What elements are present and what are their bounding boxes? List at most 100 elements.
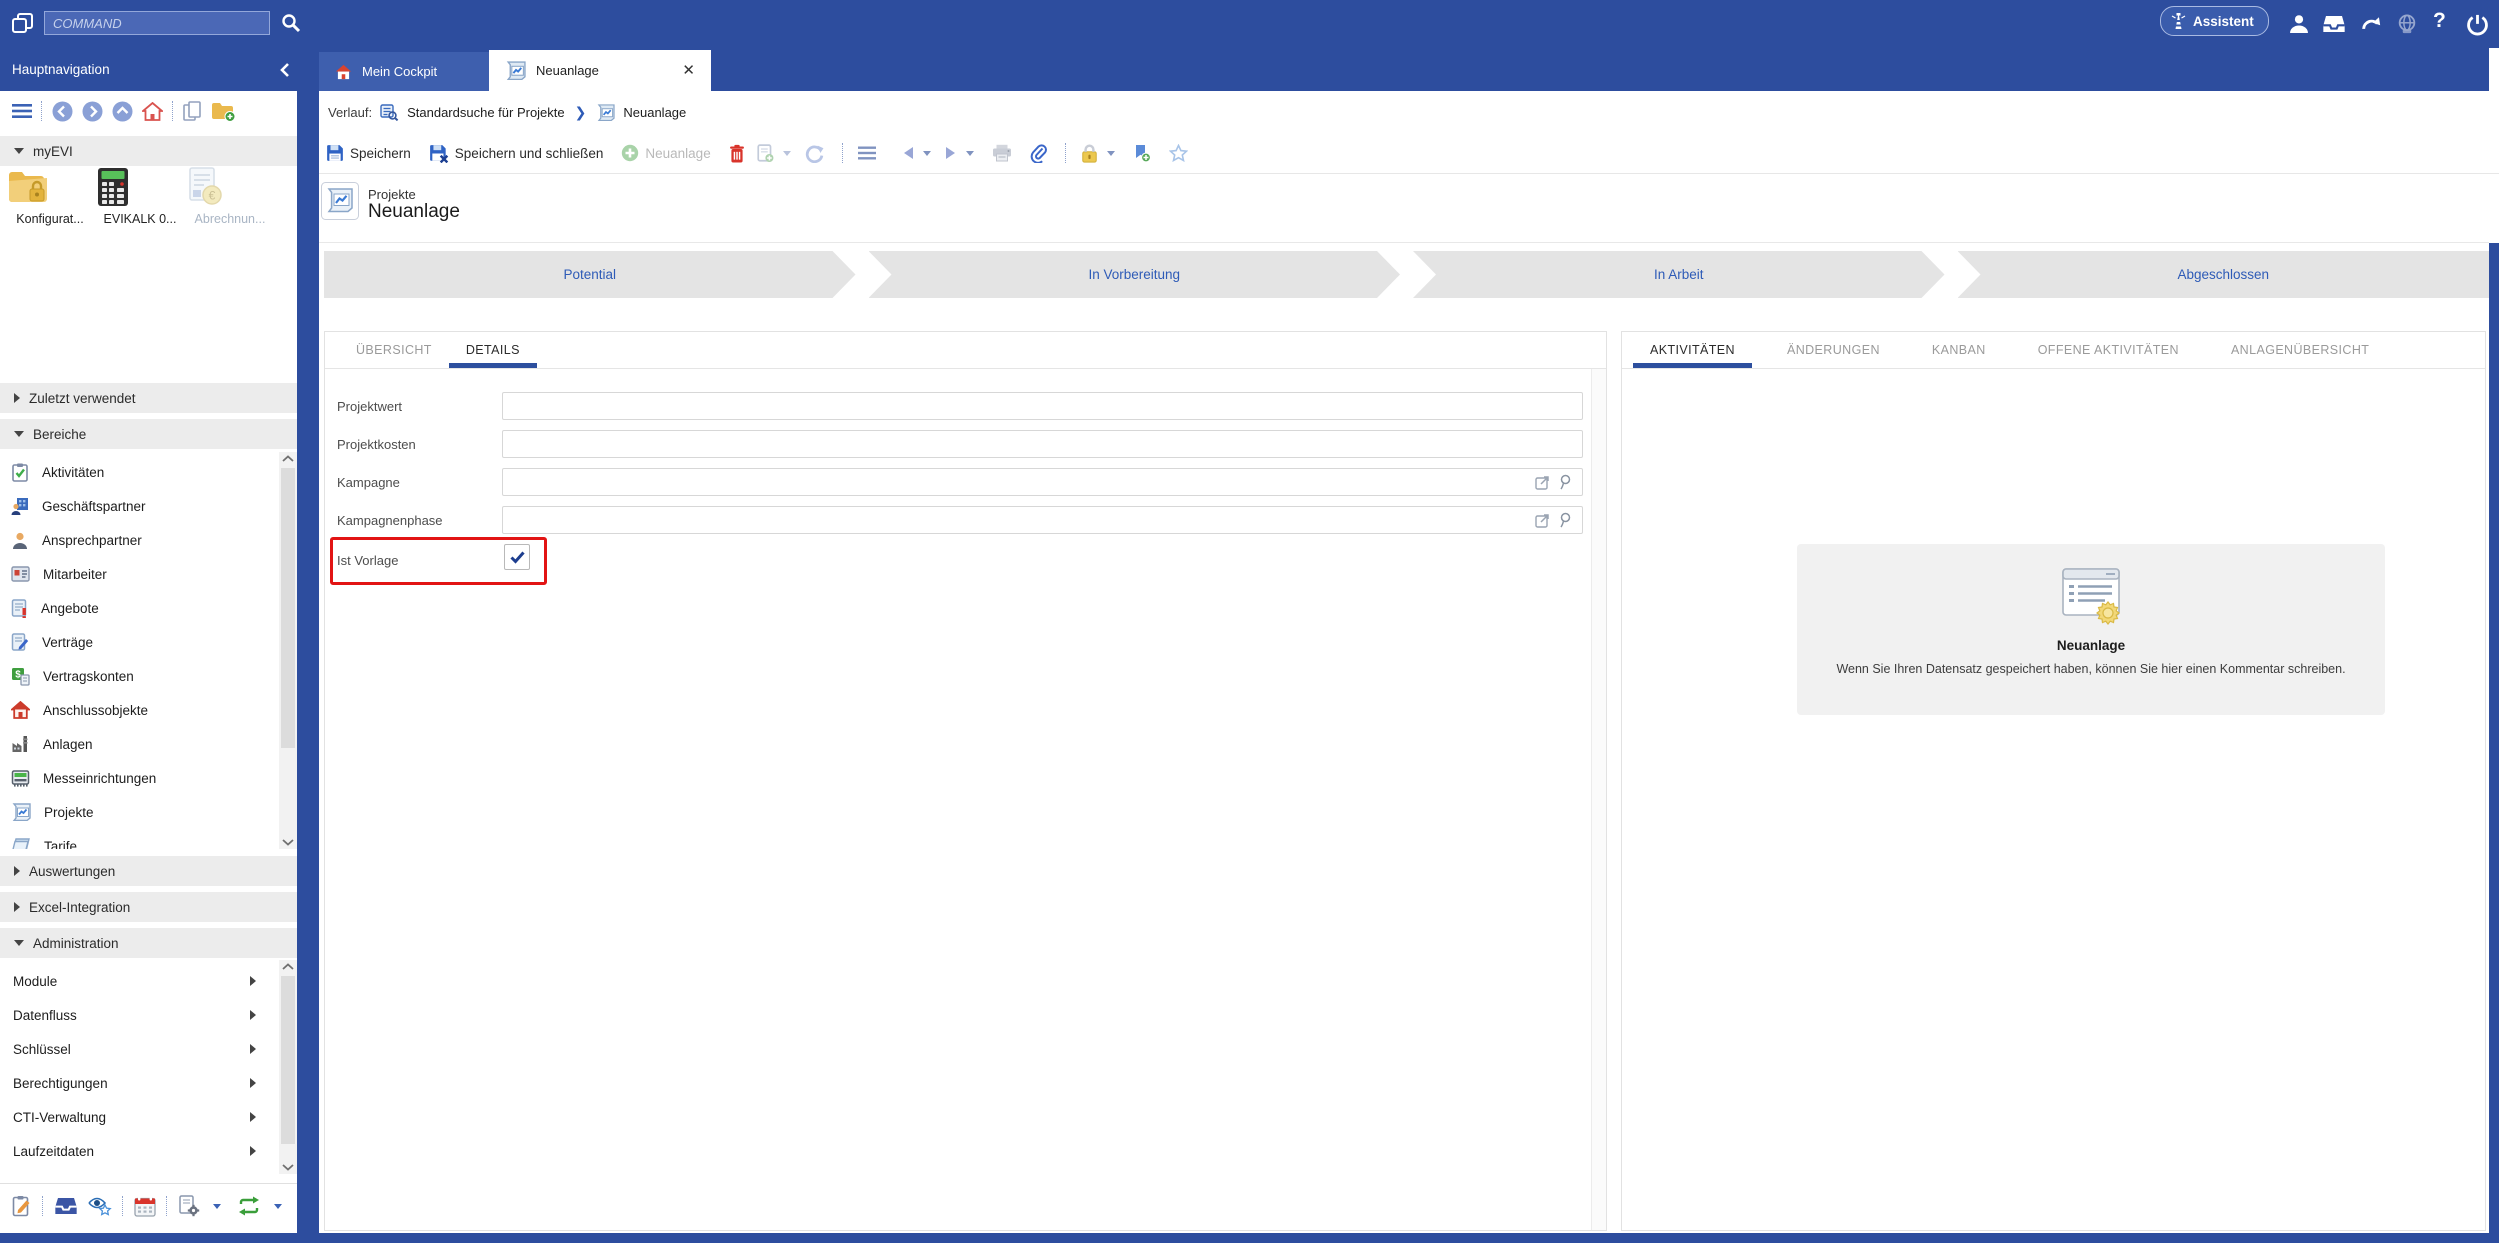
dropdown-caret-icon[interactable] (1107, 151, 1115, 156)
next-record-button[interactable] (945, 146, 974, 160)
list-view-button[interactable] (858, 146, 876, 160)
dropdown-caret-icon[interactable] (213, 1204, 221, 1209)
print-button[interactable] (992, 144, 1012, 162)
areas-scrollbar[interactable] (279, 452, 297, 849)
calendar-icon[interactable] (134, 1196, 156, 1217)
kampagne-input[interactable] (502, 468, 1583, 496)
projektwert-input[interactable] (502, 392, 1583, 420)
sync-icon[interactable] (237, 1196, 261, 1216)
document-gear-icon[interactable] (178, 1195, 200, 1217)
sidebar-item-schluessel[interactable]: Schlüssel (0, 1032, 278, 1066)
open-record-icon[interactable] (1535, 475, 1550, 490)
tab-aenderungen[interactable]: ÄNDERUNGEN (1770, 332, 1897, 368)
close-tab-icon[interactable]: ✕ (682, 63, 695, 78)
dropdown-caret-icon[interactable] (923, 151, 931, 156)
breadcrumb-item[interactable]: Standardsuche für Projekte (407, 105, 565, 120)
search-icon[interactable] (280, 12, 302, 34)
admin-scrollbar[interactable] (279, 960, 297, 1174)
tile-evikalk[interactable]: EVIKALK 0... (96, 167, 184, 226)
tab-kanban[interactable]: KANBAN (1915, 332, 2003, 368)
sidebar-item-tarife[interactable]: Tarife (0, 829, 278, 849)
scrollbar-thumb[interactable] (281, 468, 295, 748)
clipboard-edit-icon[interactable] (12, 1195, 32, 1217)
tab-uebersicht[interactable]: ÜBERSICHT (339, 332, 449, 368)
projektkosten-input[interactable] (502, 430, 1583, 458)
ist-vorlage-checkbox[interactable] (504, 544, 530, 570)
menu-icon[interactable] (12, 103, 32, 119)
tile-konfiguration[interactable]: Konfigurat... (6, 167, 94, 226)
sidebar-item-anschlussobjekte[interactable]: Anschlussobjekte (0, 693, 278, 727)
inbox-icon[interactable] (2322, 13, 2346, 35)
refresh-button[interactable] (805, 144, 824, 163)
tab-aktivitaeten[interactable]: AKTIVITÄTEN (1633, 332, 1752, 368)
attachment-button[interactable] (1030, 144, 1047, 163)
command-input[interactable] (44, 11, 270, 35)
sidebar-item-cti-verwaltung[interactable]: CTI-Verwaltung (0, 1100, 278, 1134)
dropdown-caret-icon[interactable] (274, 1204, 282, 1209)
stage-abgeschlossen[interactable]: Abgeschlossen (1958, 251, 2490, 298)
dropdown-caret-icon[interactable] (966, 151, 974, 156)
scrollbar-thumb[interactable] (281, 976, 295, 1144)
sidebar-item-geschaeftspartner[interactable]: Geschäftspartner (0, 489, 278, 523)
sidebar-item-vertragskonten[interactable]: $ Vertragskonten (0, 659, 278, 693)
save-button[interactable]: Speichern (326, 144, 411, 162)
detail-card-scrollbar[interactable] (1591, 369, 1606, 1230)
sidebar-item-datenfluss[interactable]: Datenfluss (0, 998, 278, 1032)
section-bereiche[interactable]: Bereiche (0, 419, 297, 449)
redo-icon[interactable] (2360, 13, 2382, 35)
inbox-blue-icon[interactable] (54, 1196, 78, 1216)
section-zuletzt-verwendet[interactable]: Zuletzt verwendet (0, 383, 297, 413)
nav-forward-icon[interactable] (82, 101, 103, 122)
power-icon[interactable] (2466, 13, 2489, 36)
stage-in-arbeit[interactable]: In Arbeit (1413, 251, 1945, 298)
lookup-search-icon[interactable] (1558, 512, 1572, 528)
section-myevi[interactable]: myEVI (0, 136, 297, 166)
assistant-button[interactable]: Assistent (2160, 6, 2269, 36)
globe-icon[interactable] (2396, 13, 2418, 35)
tab-mein-cockpit[interactable]: Mein Cockpit (319, 52, 489, 91)
sidebar-item-aktivitaeten[interactable]: Aktivitäten (0, 455, 278, 489)
dropdown-caret-icon[interactable] (783, 151, 791, 156)
breadcrumb-item[interactable]: Neuanlage (623, 105, 686, 120)
tab-details[interactable]: DETAILS (449, 332, 537, 368)
app-logo-icon[interactable] (10, 12, 36, 36)
nav-back-icon[interactable] (52, 101, 73, 122)
home-icon[interactable] (142, 102, 163, 121)
delete-button[interactable] (729, 144, 745, 163)
sidebar-item-laufzeitdaten[interactable]: Laufzeitdaten (0, 1134, 278, 1168)
sidebar-item-angebote[interactable]: Angebote (0, 591, 278, 625)
favorite-button[interactable] (1169, 144, 1188, 162)
previous-record-button[interactable] (902, 146, 931, 160)
collapse-sidebar-icon[interactable] (279, 62, 291, 78)
sidebar-item-module[interactable]: Module (0, 964, 278, 998)
tile-abrechnung[interactable]: € Abrechnun... (186, 167, 274, 226)
user-icon[interactable] (2288, 13, 2310, 35)
stage-in-vorbereitung[interactable]: In Vorbereitung (869, 251, 1401, 298)
kampagnenphase-input[interactable] (502, 506, 1583, 534)
section-auswertungen[interactable]: Auswertungen (0, 856, 297, 886)
new-folder-icon[interactable] (211, 101, 236, 122)
tab-anlagenuebersicht[interactable]: ANLAGENÜBERSICHT (2214, 332, 2386, 368)
clipboard-copy-icon[interactable] (183, 101, 202, 122)
sidebar-item-berechtigungen[interactable]: Berechtigungen (0, 1066, 278, 1100)
open-record-icon[interactable] (1535, 513, 1550, 528)
sidebar-item-ansprechpartner[interactable]: Ansprechpartner (0, 523, 278, 557)
lookup-search-icon[interactable] (1558, 474, 1572, 490)
sidebar-item-mitarbeiter[interactable]: Mitarbeiter (0, 557, 278, 591)
nav-up-icon[interactable] (112, 101, 133, 122)
save-and-close-button[interactable]: Speichern und schließen (429, 144, 604, 163)
stage-potential[interactable]: Potential (324, 251, 856, 298)
help-icon[interactable]: ? (2433, 9, 2446, 33)
tab-offene-aktivitaeten[interactable]: OFFENE AKTIVITÄTEN (2021, 332, 2196, 368)
eye-star-icon[interactable] (88, 1195, 112, 1217)
section-excel-integration[interactable]: Excel-Integration (0, 892, 297, 922)
sidebar-item-anlagen[interactable]: Anlagen (0, 727, 278, 761)
lock-button[interactable] (1081, 144, 1115, 163)
bookmark-add-button[interactable] (1133, 144, 1151, 163)
section-administration[interactable]: Administration (0, 928, 297, 958)
sidebar-item-projekte[interactable]: Projekte (0, 795, 278, 829)
sidebar-item-messeinrichtungen[interactable]: Messeinrichtungen (0, 761, 278, 795)
sidebar-item-vertraege[interactable]: Verträge (0, 625, 278, 659)
copy-record-button[interactable] (757, 144, 791, 163)
new-record-button[interactable]: Neuanlage (621, 144, 710, 162)
